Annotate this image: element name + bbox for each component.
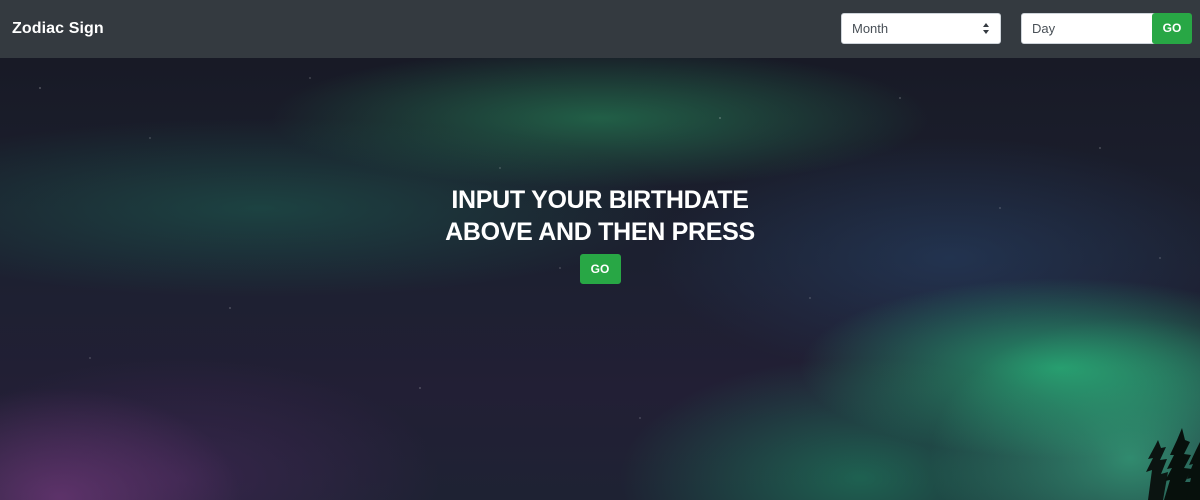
brand-title[interactable]: Zodiac Sign	[12, 20, 104, 38]
hero-title: INPUT YOUR BIRTHDATE ABOVE AND THEN PRES…	[445, 186, 755, 246]
month-select[interactable]: Month	[841, 13, 1001, 44]
hero-content: INPUT YOUR BIRTHDATE ABOVE AND THEN PRES…	[0, 184, 1200, 284]
tree-silhouette-icon	[1146, 428, 1200, 500]
day-select-value: Day	[1032, 21, 1056, 36]
hero-go-button[interactable]: GO	[579, 254, 621, 284]
nav-go-button[interactable]: GO	[1152, 13, 1192, 44]
top-navbar: Zodiac Sign Month Day GO	[0, 0, 1200, 58]
select-caret-icon	[983, 23, 989, 34]
hero-banner: INPUT YOUR BIRTHDATE ABOVE AND THEN PRES…	[0, 58, 1200, 500]
month-select-value: Month	[852, 21, 889, 36]
